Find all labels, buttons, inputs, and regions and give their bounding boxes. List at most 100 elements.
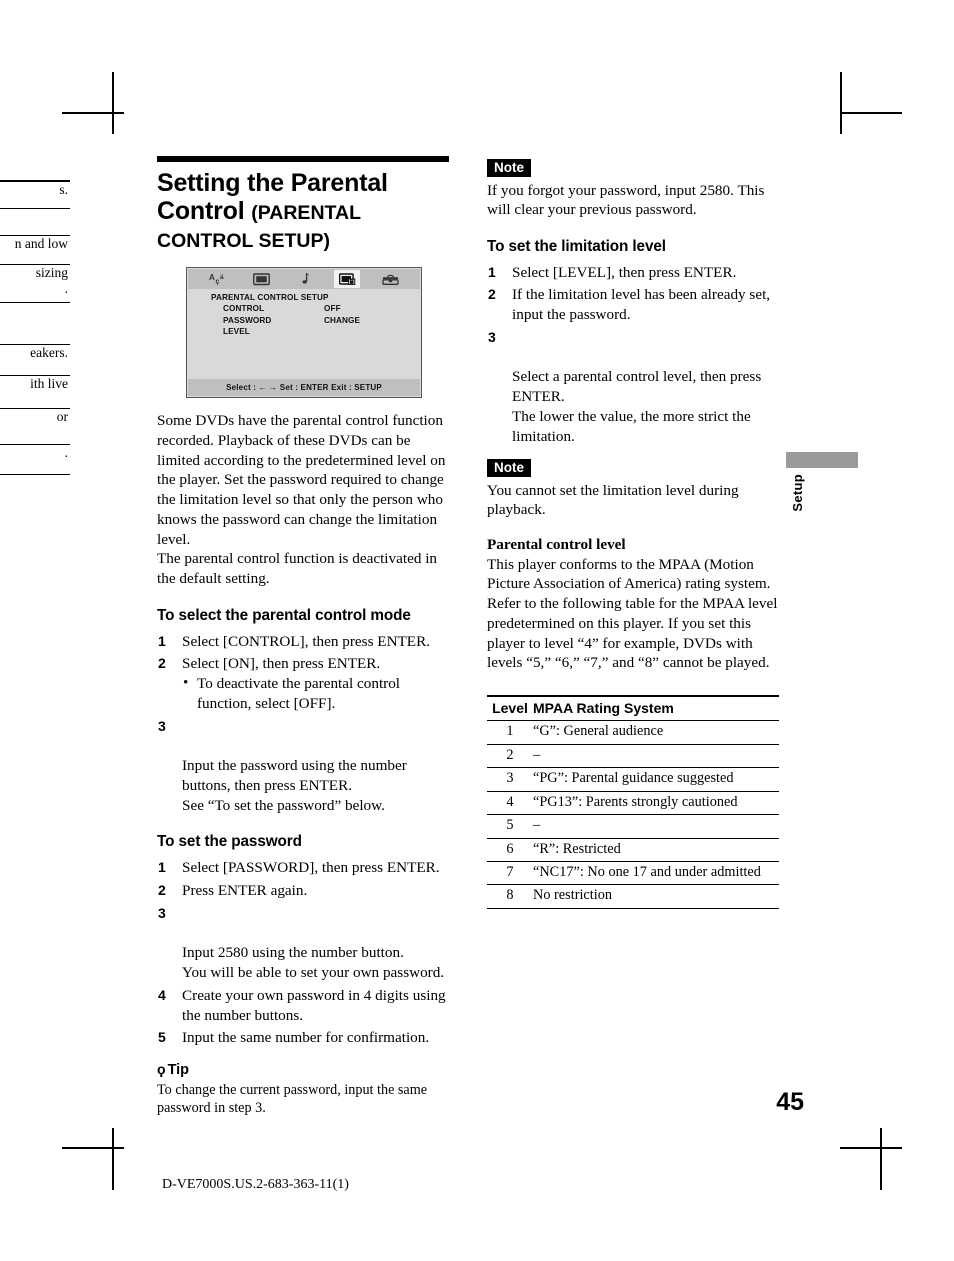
title-sub-1: (PARENTAL (251, 202, 361, 224)
lightbulb-icon: ϙ (157, 1061, 166, 1077)
osd-footer-hints: Select : ← → Set : ENTER Exit : SETUP (188, 379, 420, 396)
bleed-text: ith live (30, 376, 68, 391)
step-item: 3 Input the password using the number bu… (157, 717, 449, 816)
step-item: 2 If the limitation level has been alrea… (487, 285, 779, 325)
steps-select-parental-control-mode: 1 Select [CONTROL], then press ENTER. 2 … (157, 632, 449, 816)
table-row: 6 “R”: Restricted (487, 838, 779, 863)
heading-set-the-limitation-level: To set the limitation level (487, 237, 666, 255)
crop-mark-bottom-right-vertical (880, 1128, 882, 1190)
heading-set-the-password: To set the password (157, 833, 302, 851)
table-row: 3 “PG”: Parental guidance suggested (487, 767, 779, 792)
table-row: 2 – (487, 744, 779, 769)
step-text: Input the password using the number butt… (182, 757, 407, 814)
table-cell-rating: “PG”: Parental guidance suggested (533, 767, 779, 792)
steps-set-the-limitation-level: 1 Select [LEVEL], then press ENTER. 2 If… (487, 263, 779, 447)
bleed-row (0, 303, 70, 345)
osd-menu-row: PASSWORD CHANGE (211, 315, 360, 326)
page-title: Setting the Parental Control (PARENTAL C… (157, 169, 449, 253)
step-number: 4 (158, 986, 166, 1003)
table-cell-rating: “PG13”: Parents strongly cautioned (533, 791, 779, 816)
note-bottom-text: You cannot set the limitation level duri… (487, 482, 739, 519)
step-number: 3 (158, 717, 166, 734)
step-item: 4 Create your own password in 4 digits u… (157, 986, 449, 1026)
step-number: 1 (158, 632, 166, 649)
step-text: Select [ON], then press ENTER. (182, 655, 381, 673)
note-bottom: Note You cannot set the limitation level… (487, 458, 779, 520)
table-cell-level: 1 (487, 720, 533, 745)
osd-row-label: CONTROL (223, 304, 265, 314)
step-item: 2 Press ENTER again. (157, 881, 449, 901)
osd-menu-title: PARENTAL CONTROL SETUP (211, 293, 329, 302)
title-rule (157, 156, 449, 162)
bleed-row: sizing . (0, 265, 70, 303)
step-sub-bullet: • To deactivate the parental control fun… (182, 674, 449, 714)
table-cell-rating: – (533, 814, 779, 839)
audio-note-icon (291, 270, 317, 288)
tip-label: Tip (167, 1062, 190, 1078)
step-number: 2 (488, 286, 496, 303)
title-sub-2: CONTROL SETUP) (157, 230, 330, 252)
bleed-text: . (64, 445, 68, 460)
intro-paragraph-2: The parental control function is deactiv… (157, 550, 438, 587)
table-row: 8 No restriction (487, 884, 779, 909)
osd-icon-bar: A ç ä (188, 269, 420, 289)
page-number: 45 (776, 1088, 804, 1116)
osd-menu-row: LEVEL (211, 326, 329, 337)
step-number: 2 (158, 882, 166, 898)
crop-mark-top-right-horizontal (840, 112, 902, 114)
crop-mark-top-left-horizontal (62, 112, 124, 114)
osd-row-value: OFF (324, 304, 341, 314)
right-column: Note If you forgot your password, input … (487, 158, 779, 909)
svg-text:A: A (209, 273, 215, 282)
bleed-row: s. (0, 182, 70, 209)
bleed-row: n and low (0, 236, 70, 265)
table-cell-rating: “NC17”: No one 17 and under admitted (533, 861, 779, 886)
step-text: Input the same number for confirmation. (182, 1029, 430, 1047)
table-cell-rating: – (533, 744, 779, 769)
table-header-rating: MPAA Rating System (533, 695, 779, 722)
svg-text:ä: ä (220, 274, 224, 281)
table-cell-rating: No restriction (533, 884, 779, 909)
step-number: 2 (158, 655, 166, 672)
crop-mark-top-right-vertical (840, 72, 842, 134)
step-item: 2 Select [ON], then press ENTER. • To de… (157, 654, 449, 713)
bleed-row: ith live (0, 376, 70, 409)
svg-text:ç: ç (216, 279, 220, 286)
table-header-level: Level (487, 695, 533, 722)
bleed-text: n and low (14, 236, 68, 251)
title-line-1: Setting the Parental (157, 169, 388, 197)
intro-paragraph-1: Some DVDs have the parental control func… (157, 412, 446, 548)
table-cell-rating: “G”: General audience (533, 720, 779, 745)
table-cell-level: 5 (487, 814, 533, 839)
parental-control-level-text: This player conforms to the MPAA (Motion… (487, 555, 778, 672)
bleed-row (0, 156, 70, 182)
mpaa-rating-table: Level MPAA Rating System 1 “G”: General … (487, 695, 779, 909)
steps-set-the-password: 1 Select [PASSWORD], then press ENTER. 2… (157, 858, 449, 1048)
step-number: 3 (488, 328, 496, 345)
step-number: 1 (488, 263, 496, 280)
osd-menu-text: PARENTAL CONTROL SETUP CONTROL OFF PASSW… (211, 292, 360, 337)
section-thumb-label: Setup (790, 474, 805, 512)
note-top-text: If you forgot your password, input 2580.… (487, 181, 765, 219)
crop-mark-top-left-vertical (112, 72, 114, 134)
step-text: Create your own password in 4 digits usi… (182, 986, 446, 1024)
heading-select-parental-control-mode: To select the parental control mode (157, 606, 411, 624)
table-cell-level: 6 (487, 838, 533, 863)
step-text: Press ENTER again. (182, 882, 308, 899)
step-text: Select [CONTROL], then press ENTER. (182, 632, 431, 650)
table-row: 7 “NC17”: No one 17 and under admitted (487, 861, 779, 886)
table-row: 4 “PG13”: Parents strongly cautioned (487, 791, 779, 816)
bleed-text: eakers. (30, 345, 68, 360)
bleed-row: . (0, 445, 70, 475)
step-item: 3 Input 2580 using the number button. Yo… (157, 904, 449, 983)
table-cell-level: 4 (487, 791, 533, 816)
screen-icon (248, 270, 274, 288)
table-cell-level: 2 (487, 744, 533, 769)
section-thumb-tab: Setup (786, 452, 858, 512)
table-cell-level: 8 (487, 884, 533, 909)
bleed-text: sizing . (35, 265, 68, 296)
